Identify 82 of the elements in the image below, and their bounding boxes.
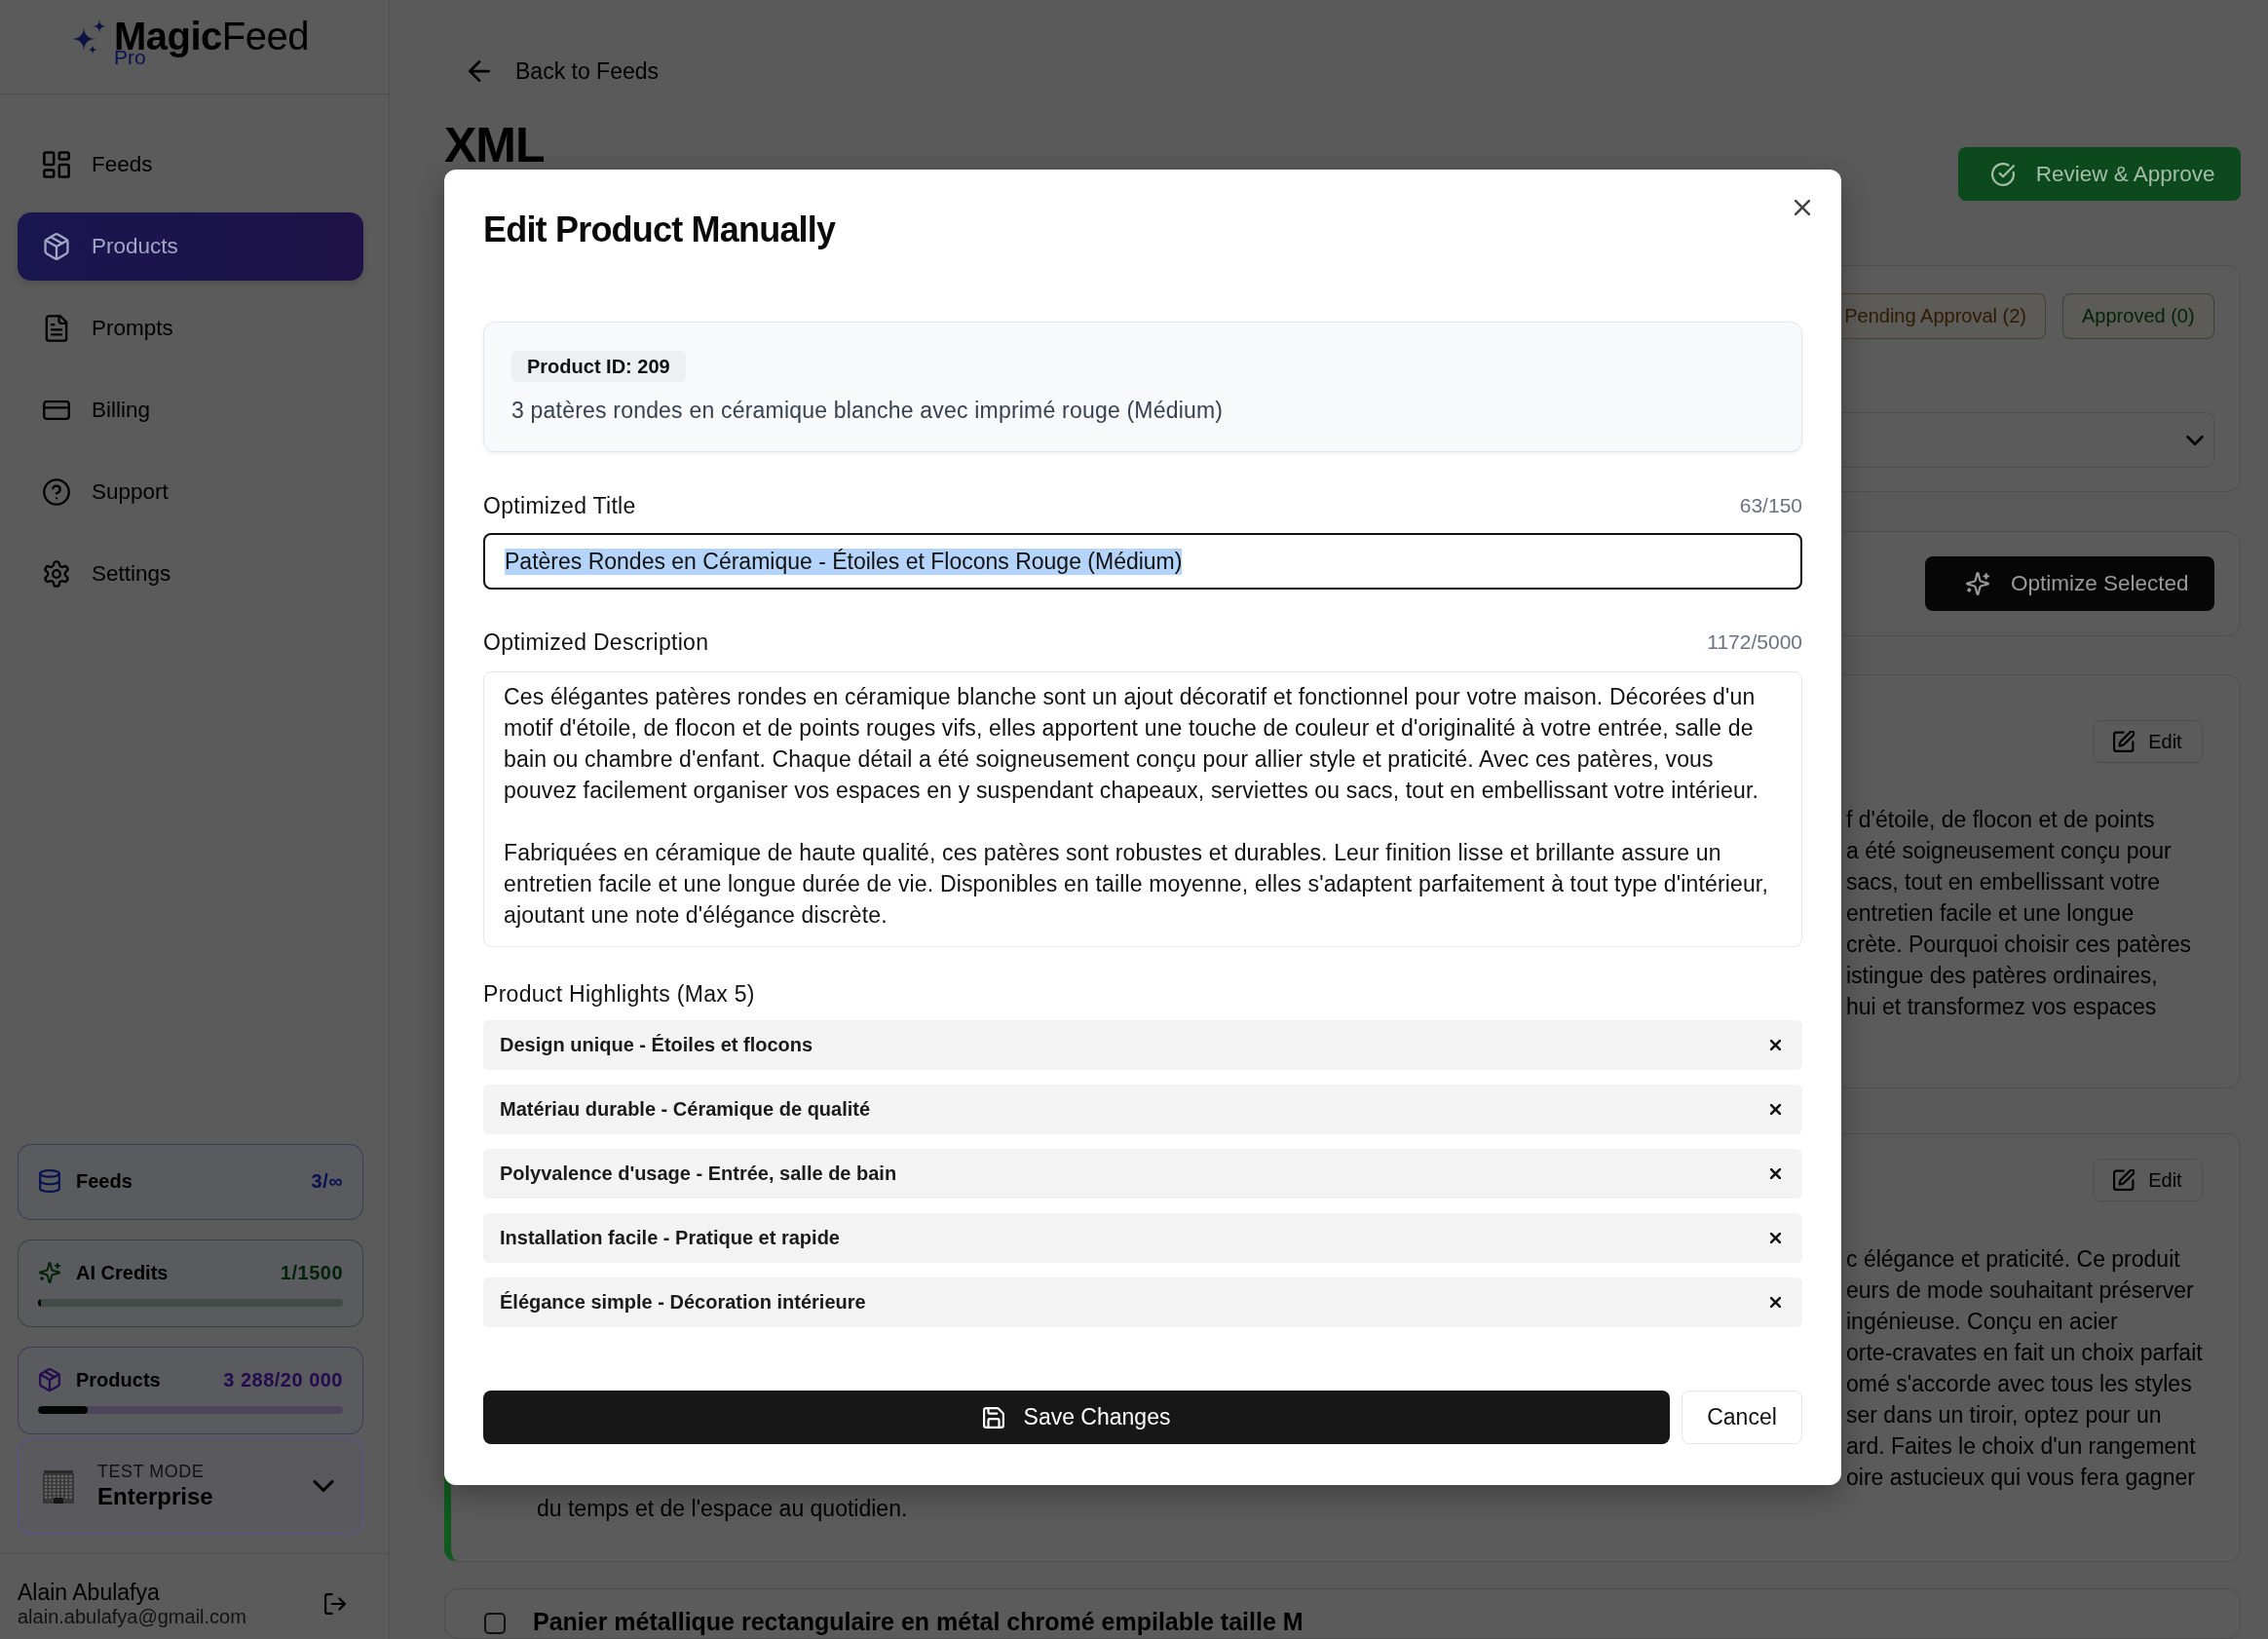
check-circle-icon: [1990, 162, 2015, 186]
usage-label: AI Credits: [76, 1261, 169, 1284]
nav-item[interactable]: Prompts: [18, 294, 363, 362]
checkbox[interactable]: [484, 1613, 506, 1634]
status-tab[interactable]: Approved (0): [2062, 293, 2214, 339]
settings-icon: [43, 560, 70, 588]
nav-item[interactable]: Billing: [18, 376, 363, 444]
highlight-text: Élégance simple - Décoration intérieure: [500, 1291, 866, 1314]
highlight-text: Polyvalence d'usage - Entrée, salle de bain: [500, 1163, 897, 1185]
arrow-left-icon: [469, 60, 490, 82]
edit-button[interactable]: Edit: [2093, 720, 2203, 763]
chevron-down-icon: [2185, 435, 2204, 445]
document-icon: [43, 315, 70, 342]
description-line: hui et transformez vos espaces: [1846, 993, 2158, 1021]
optimize-selected-button[interactable]: Optimize Selected: [1925, 556, 2214, 611]
remove-icon[interactable]: [1770, 1104, 1781, 1115]
remove-icon[interactable]: [1770, 1233, 1781, 1243]
nav-item[interactable]: Feeds: [18, 131, 363, 199]
description-line: entretien facile et une longue: [1846, 899, 2136, 928]
usage-count: 1/1500: [280, 1261, 343, 1284]
box-icon: [43, 233, 70, 260]
remove-icon[interactable]: [1770, 1040, 1781, 1050]
description-line: ard. Faites le choix d'un rangement: [1846, 1432, 2197, 1461]
product-id-badge: Product ID: 209: [511, 351, 686, 382]
description-line: oire astucieux qui vous fera gagner: [1846, 1464, 2196, 1492]
field-label: Product Highlights (Max 5): [483, 980, 755, 1008]
product-name: 3 patères rondes en céramique blanche avec imprimé rouge (Médium): [511, 397, 1224, 425]
cancel-button[interactable]: Cancel: [1682, 1391, 1802, 1444]
nav-item[interactable]: Products: [18, 212, 363, 281]
nav-item[interactable]: Settings: [18, 540, 363, 608]
description-line: omé s'accorde avec tous les styles: [1846, 1370, 2193, 1398]
plan-name: Enterprise: [97, 1482, 213, 1511]
usage-label: Feeds: [76, 1169, 132, 1193]
description-line: du temps et de l'espace au quotidien.: [537, 1495, 908, 1523]
title-input[interactable]: Patères Rondes en Céramique - Étoiles et Flocons Rouge (Médium): [483, 533, 1802, 590]
description-line: sacs, tout en embellissant votre: [1846, 868, 2162, 896]
close-icon[interactable]: [1795, 200, 1810, 215]
product-title: Panier métallique rectangulaire en métal chromé empilable taille M: [533, 1607, 1304, 1636]
highlight-text: Matériau durable - Céramique de qualité: [500, 1098, 871, 1121]
field-label: Optimized Description: [483, 629, 709, 656]
description-line: ingénieuse. Conçu en acier: [1846, 1308, 2119, 1336]
description-line: crète. Pourquoi choisir ces patères: [1846, 931, 2193, 959]
review-approve-button[interactable]: Review & Approve: [1957, 147, 2241, 201]
usage-count: 3/∞: [311, 1169, 343, 1193]
sparkles-icon: [1966, 572, 1990, 595]
dialog-title: Edit Product Manually: [483, 209, 836, 251]
highlight-text: Design unique - Étoiles et flocons: [500, 1034, 813, 1056]
description-line: ser dans un tiroir, optez pour un: [1846, 1401, 2163, 1429]
building-icon: [41, 1468, 76, 1504]
database-icon: [39, 1169, 60, 1193]
character-count: 1172/5000: [1707, 630, 1802, 654]
plan-selector[interactable]: TEST MODE Enterprise: [18, 1437, 363, 1535]
nav-item[interactable]: Support: [18, 458, 363, 526]
description-line: a été soigneusement conçu pour: [1846, 837, 2173, 865]
description-line: eurs de mode souhaitant préserver: [1846, 1277, 2195, 1305]
usage-label: Products: [76, 1368, 161, 1391]
edit-button[interactable]: Edit: [2093, 1159, 2203, 1201]
plan-mode-label: TEST MODE: [97, 1461, 206, 1482]
description-line: istingue des patères ordinaires,: [1846, 962, 2159, 990]
pencil-square-icon: [2113, 1169, 2136, 1191]
usage-count: 3 288/20 000: [223, 1368, 343, 1391]
back-link[interactable]: Back to Feeds: [469, 55, 660, 88]
grid-icon: [43, 151, 70, 178]
help-icon: [43, 478, 70, 506]
box-icon: [39, 1368, 60, 1391]
description-field[interactable]: Ces élégantes patères rondes en céramique blanche sont un ajout décoratif et fonctionnel pour votre maison. Décorées d'un motif d'étoile, de flocon et de points rouges vifs, elles apportent une touche de couleur et d'originalité à votre entrée, salle de bain ou chambre d'enfant. Chaque détail a été soigneusement conçu pour allier style et praticité. Avec ces patères, vous pouvez facilement organiser vos espaces en y suspendant chapeaux, serviettes ou sacs, tout en embellissant votre intérieur. Fabriquées en céramique de haute qualité, ces patères sont robustes et durables. Leur finition lisse et brillante assure un entretien facile et une longue durée de vie. Disponibles en taille moyenne, elles s'adaptent parfaitement à tout type d'intérieur, ajoutant une note d'élégance discrète.: [483, 671, 1802, 947]
description-line: orte-cravates en fait un choix parfait: [1846, 1339, 2203, 1367]
highlight-text: Installation facile - Pratique et rapide: [500, 1227, 840, 1249]
character-count: 63/150: [1739, 494, 1802, 517]
user-name: Alain Abulafya: [18, 1579, 161, 1606]
user-email: alain.abulafya@gmail.com: [18, 1606, 246, 1628]
field-label: Optimized Title: [483, 492, 636, 519]
description-line: c élégance et praticité. Ce produit: [1846, 1245, 2181, 1274]
sparkles-icon: [39, 1261, 60, 1284]
logout-icon[interactable]: [324, 1592, 346, 1615]
chevron-down-icon: [313, 1480, 334, 1492]
pencil-square-icon: [2113, 731, 2136, 752]
page-title: XML: [444, 121, 545, 170]
description-line: f d'étoile, de flocon et de points: [1846, 806, 2156, 834]
save-button[interactable]: Save Changes: [483, 1391, 1670, 1444]
remove-icon[interactable]: [1770, 1168, 1781, 1179]
remove-icon[interactable]: [1770, 1297, 1781, 1308]
